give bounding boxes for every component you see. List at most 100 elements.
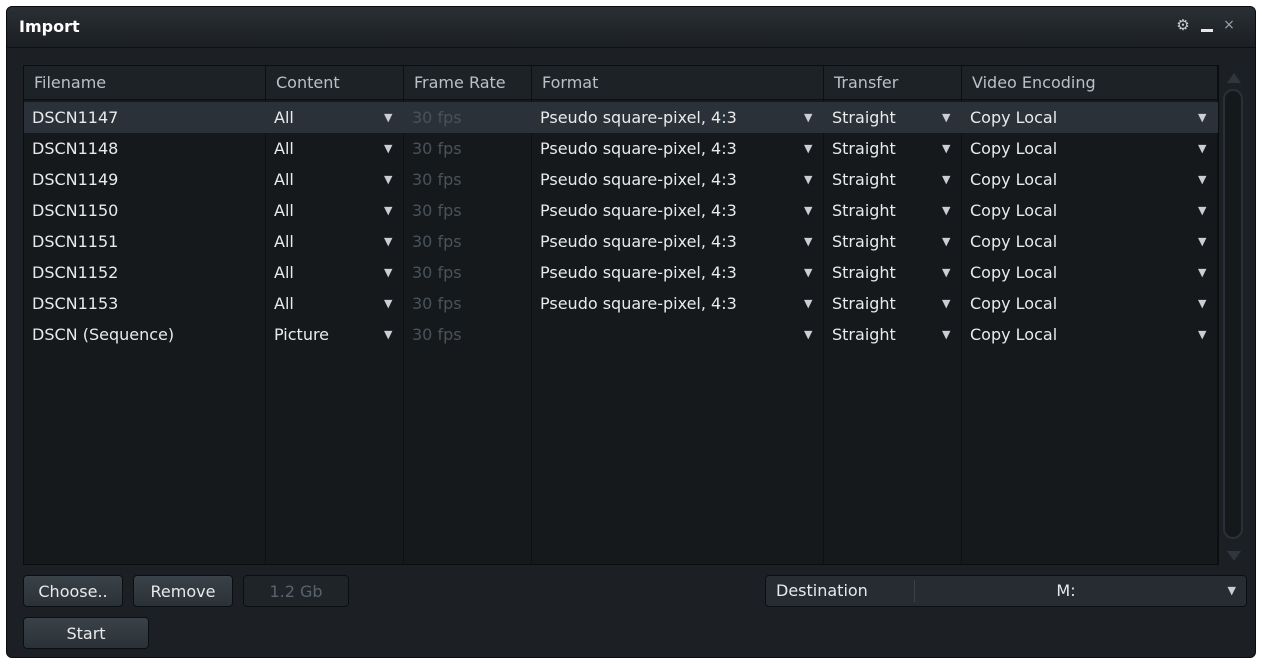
import-table: Filename Content Frame Rate Format Trans… — [23, 65, 1219, 565]
chevron-down-icon[interactable]: ▼ — [1198, 288, 1206, 319]
cell-format[interactable]: Pseudo square-pixel, 4:3 — [532, 226, 802, 257]
chevron-down-icon[interactable]: ▼ — [1198, 133, 1206, 164]
chevron-down-icon[interactable]: ▼ — [804, 257, 812, 288]
header-video-encoding[interactable]: Video Encoding — [962, 66, 1218, 100]
chevron-down-icon[interactable]: ▼ — [384, 164, 392, 195]
cell-transfer[interactable]: Straight — [824, 288, 940, 319]
cell-format[interactable]: Pseudo square-pixel, 4:3 — [532, 133, 802, 164]
cell-content[interactable]: All — [266, 102, 382, 133]
cell-format[interactable]: Pseudo square-pixel, 4:3 — [532, 257, 802, 288]
chevron-down-icon[interactable]: ▼ — [804, 164, 812, 195]
chevron-down-icon[interactable]: ▼ — [1198, 102, 1206, 133]
cell-format[interactable]: Pseudo square-pixel, 4:3 — [532, 164, 802, 195]
cell-transfer[interactable]: Straight — [824, 195, 940, 226]
chevron-down-icon[interactable]: ▼ — [942, 195, 950, 226]
minimize-icon[interactable] — [1197, 15, 1217, 35]
chevron-down-icon[interactable]: ▼ — [942, 133, 950, 164]
cell-filename: DSCN1149 — [32, 170, 119, 189]
chevron-down-icon[interactable]: ▼ — [942, 319, 950, 350]
chevron-down-icon[interactable]: ▼ — [1198, 164, 1206, 195]
chevron-down-icon[interactable]: ▼ — [1198, 257, 1206, 288]
table-row[interactable]: DSCN1151 All ▼ 30 fps Pseudo square-pixel, 4… — [24, 226, 1218, 257]
header-frame-rate[interactable]: Frame Rate — [404, 66, 532, 100]
destination-select[interactable]: Destination M: ▼ — [765, 575, 1247, 607]
cell-transfer[interactable]: Straight — [824, 133, 940, 164]
chevron-down-icon[interactable]: ▼ — [942, 102, 950, 133]
chevron-down-icon[interactable]: ▼ — [384, 102, 392, 133]
chevron-down-icon[interactable]: ▼ — [804, 195, 812, 226]
cell-filename: DSCN1150 — [32, 201, 119, 220]
chevron-down-icon[interactable]: ▼ — [942, 226, 950, 257]
chevron-down-icon[interactable]: ▼ — [804, 319, 812, 350]
header-transfer[interactable]: Transfer — [824, 66, 962, 100]
close-icon[interactable]: × — [1219, 15, 1239, 35]
chevron-down-icon[interactable]: ▼ — [1198, 226, 1206, 257]
chevron-down-icon[interactable]: ▼ — [384, 226, 392, 257]
cell-encoding[interactable]: Copy Local — [962, 133, 1196, 164]
table-row[interactable]: DSCN1149 All ▼ 30 fps Pseudo square-pixel, 4… — [24, 164, 1218, 195]
cell-format[interactable]: Pseudo square-pixel, 4:3 — [532, 288, 802, 319]
table-row[interactable]: DSCN1150 All ▼ 30 fps Pseudo square-pixel, 4… — [24, 195, 1218, 226]
cell-frame-rate: 30 fps — [412, 201, 462, 220]
chevron-down-icon[interactable]: ▼ — [384, 288, 392, 319]
table-row[interactable]: DSCN1148 All ▼ 30 fps Pseudo square-pixel, 4… — [24, 133, 1218, 164]
cell-filename: DSCN1151 — [32, 232, 119, 251]
table-row[interactable]: DSCN1152 All ▼ 30 fps Pseudo square-pixel, 4… — [24, 257, 1218, 288]
cell-encoding[interactable]: Copy Local — [962, 319, 1196, 350]
cell-content[interactable]: All — [266, 164, 382, 195]
table-row[interactable]: DSCN1153 All ▼ 30 fps Pseudo square-pixel, 4… — [24, 288, 1218, 319]
cell-encoding[interactable]: Copy Local — [962, 102, 1196, 133]
chevron-down-icon[interactable]: ▼ — [804, 226, 812, 257]
vertical-scrollbar[interactable] — [1221, 65, 1247, 565]
cell-encoding[interactable]: Copy Local — [962, 226, 1196, 257]
destination-value[interactable]: M: — [916, 576, 1216, 606]
chevron-down-icon[interactable]: ▼ — [384, 257, 392, 288]
cell-format[interactable]: Pseudo square-pixel, 4:3 — [532, 195, 802, 226]
chevron-down-icon[interactable]: ▼ — [384, 195, 392, 226]
cell-transfer[interactable]: Straight — [824, 257, 940, 288]
cell-encoding[interactable]: Copy Local — [962, 164, 1196, 195]
gear-icon[interactable]: ⚙ — [1173, 15, 1193, 35]
table-row[interactable]: DSCN1147 All ▼ 30 fps Pseudo square-pixel, 4… — [24, 102, 1218, 133]
chevron-down-icon[interactable]: ▼ — [1198, 319, 1206, 350]
title-bar: Import ⚙ × — [7, 7, 1255, 48]
cell-transfer[interactable]: Straight — [824, 226, 940, 257]
cell-encoding[interactable]: Copy Local — [962, 195, 1196, 226]
chevron-down-icon[interactable]: ▼ — [804, 133, 812, 164]
cell-format[interactable] — [532, 319, 802, 350]
table-row[interactable]: DSCN (Sequence) Picture ▼ 30 fps ▼ Straight ▼ C… — [24, 319, 1218, 350]
cell-content[interactable]: Picture — [266, 319, 382, 350]
choose-button[interactable]: Choose.. — [23, 575, 123, 607]
start-button[interactable]: Start — [23, 617, 149, 649]
cell-content[interactable]: All — [266, 288, 382, 319]
cell-content[interactable]: All — [266, 133, 382, 164]
chevron-down-icon[interactable]: ▼ — [804, 288, 812, 319]
cell-transfer[interactable]: Straight — [824, 164, 940, 195]
chevron-down-icon[interactable]: ▼ — [942, 164, 950, 195]
chevron-down-icon[interactable]: ▼ — [942, 257, 950, 288]
cell-transfer[interactable]: Straight — [824, 102, 940, 133]
cell-encoding[interactable]: Copy Local — [962, 288, 1196, 319]
chevron-down-icon[interactable]: ▼ — [1198, 195, 1206, 226]
chevron-down-icon[interactable]: ▼ — [1228, 576, 1236, 606]
scroll-up-icon[interactable] — [1227, 73, 1241, 83]
remove-button[interactable]: Remove — [133, 575, 233, 607]
header-filename[interactable]: Filename — [24, 66, 266, 100]
chevron-down-icon[interactable]: ▼ — [804, 102, 812, 133]
cell-filename: DSCN1153 — [32, 294, 119, 313]
scroll-down-icon[interactable] — [1227, 551, 1241, 561]
header-content[interactable]: Content — [266, 66, 404, 100]
cell-frame-rate: 30 fps — [412, 170, 462, 189]
chevron-down-icon[interactable]: ▼ — [384, 133, 392, 164]
header-format[interactable]: Format — [532, 66, 824, 100]
scroll-track[interactable] — [1223, 89, 1243, 539]
cell-content[interactable]: All — [266, 195, 382, 226]
cell-filename: DSCN (Sequence) — [32, 325, 175, 344]
cell-encoding[interactable]: Copy Local — [962, 257, 1196, 288]
cell-format[interactable]: Pseudo square-pixel, 4:3 — [532, 102, 802, 133]
chevron-down-icon[interactable]: ▼ — [384, 319, 392, 350]
cell-content[interactable]: All — [266, 257, 382, 288]
cell-transfer[interactable]: Straight — [824, 319, 940, 350]
cell-content[interactable]: All — [266, 226, 382, 257]
chevron-down-icon[interactable]: ▼ — [942, 288, 950, 319]
